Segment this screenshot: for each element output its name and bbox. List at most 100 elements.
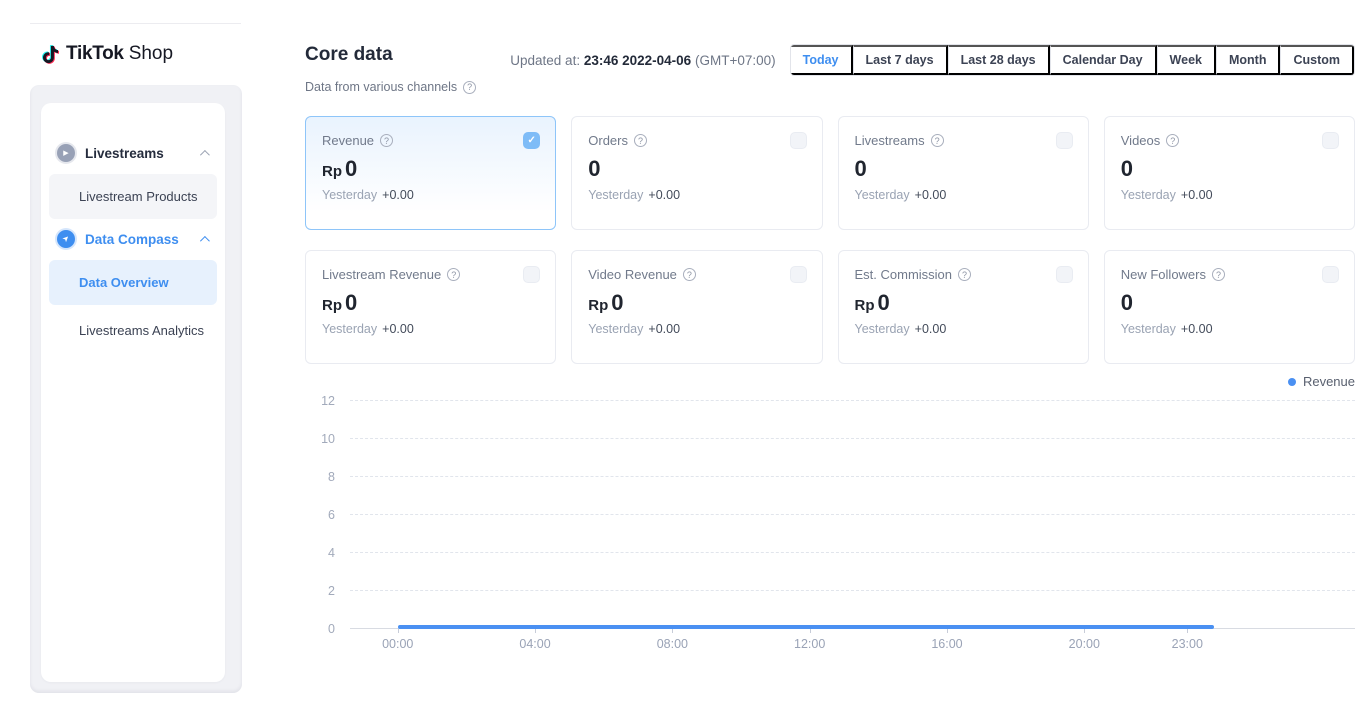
x-tick-mark [1084,629,1085,633]
metric-delta-row: Yesterday+0.00 [1121,322,1339,336]
metric-label: Orders [588,133,628,148]
currency-prefix: Rp [588,297,608,314]
x-tick-mark [1187,629,1188,633]
tiktok-note-icon [39,42,62,67]
y-tick-label: 4 [305,546,335,560]
x-tick-mark [672,629,673,633]
delta-value: +0.00 [1181,188,1213,202]
metric-checkbox-checked[interactable]: ✓ [523,132,540,149]
metric-help-icon[interactable]: ? [380,134,393,147]
header-right: Updated at: 23:46 2022-04-06 (GMT+07:00)… [510,44,1355,76]
y-tick-label: 12 [305,394,335,408]
metric-checkbox[interactable] [1056,266,1073,283]
sidebar-item-livestreams-analytics[interactable]: Livestreams Analytics [49,308,217,353]
chart-legend-revenue[interactable]: Revenue [305,374,1355,389]
metric-help-icon[interactable]: ? [931,134,944,147]
card-head: Orders? [588,132,806,149]
page-title: Core data [305,44,476,66]
card-head: New Followers? [1121,266,1339,283]
metric-delta-row: Yesterday+0.00 [588,188,806,202]
metric-help-icon[interactable]: ? [1212,268,1225,281]
sidebar-group-label: Data Compass [85,232,179,247]
sidebar-item-livestream-products[interactable]: Livestream Products [49,174,217,219]
x-tick-mark [947,629,948,633]
revenue-series-line [398,625,1214,629]
delta-label: Yesterday [855,322,910,336]
metric-checkbox[interactable] [1322,132,1339,149]
sidebar-nav: ▶LivestreamsLivestream Products ➤ Data Com… [41,103,225,682]
revenue-line-chart: 12108642000:0004:0008:0012:0016:0020:002… [305,400,1355,668]
metric-delta-row: Yesterday+0.00 [322,322,540,336]
metric-label: New Followers [1121,267,1206,282]
gridline-y10: 10 [350,438,1355,439]
metric-label: Livestreams [855,133,925,148]
currency-prefix: Rp [855,297,875,314]
delta-label: Yesterday [588,188,643,202]
range-tab-month[interactable]: Month [1216,45,1280,75]
metric-checkbox[interactable] [523,266,540,283]
metric-checkbox[interactable] [1056,132,1073,149]
y-tick-label: 0 [305,622,335,636]
updated-timezone: (GMT+07:00) [695,53,776,68]
metric-value-row: 0 [588,156,806,182]
sidebar-top-divider [30,23,241,24]
metric-checkbox[interactable] [790,266,807,283]
subtitle-help-icon[interactable]: ? [463,81,476,94]
metric-card-videos[interactable]: Videos?0Yesterday+0.00 [1104,116,1355,230]
metric-card-orders[interactable]: Orders? 0 Yesterday+0.00 [571,116,822,230]
metric-card-new-followers[interactable]: New Followers?0Yesterday+0.00 [1104,250,1355,364]
metric-help-icon[interactable]: ? [958,268,971,281]
card-head: Est. Commission? [855,266,1073,283]
metric-value: 0 [345,156,357,182]
x-tick-label: 16:00 [931,637,962,651]
x-tick-label: 12:00 [794,637,825,651]
tiktok-shop-logo[interactable]: TikTok Shop [39,40,173,68]
metric-help-icon[interactable]: ? [683,268,696,281]
metric-label: Livestream Revenue [322,267,441,282]
range-tab-today[interactable]: Today [791,45,853,75]
metric-help-icon[interactable]: ? [1166,134,1179,147]
metric-card-video-revenue[interactable]: Video Revenue?Rp0Yesterday+0.00 [571,250,822,364]
gridline-y6: 6 [350,514,1355,515]
x-tick-label: 00:00 [382,637,413,651]
currency-prefix: Rp [322,163,342,180]
metric-checkbox[interactable] [790,132,807,149]
gridline-y2: 2 [350,590,1355,591]
gridline-y4: 4 [350,552,1355,553]
metric-card-livestreams[interactable]: Livestreams?0Yesterday+0.00 [838,116,1089,230]
compass-icon: ➤ [57,230,75,248]
range-tab-calendar-day[interactable]: Calendar Day [1050,45,1157,75]
metric-value-row: 0 [855,156,1073,182]
delta-label: Yesterday [588,322,643,336]
metric-card-livestream-revenue[interactable]: Livestream Revenue? Rp0 Yesterday+0.00 [305,250,556,364]
currency-prefix: Rp [322,297,342,314]
sidebar-item-data-overview[interactable]: Data Overview [49,260,217,305]
metric-card-est-commission[interactable]: Est. Commission?Rp0Yesterday+0.00 [838,250,1089,364]
metric-delta-row: Yesterday+0.00 [855,322,1073,336]
x-tick-mark [398,629,399,633]
metric-help-icon[interactable]: ? [634,134,647,147]
metric-card-revenue[interactable]: Revenue?✓Rp0Yesterday+0.00 [305,116,556,230]
main-content: Core data Data from various channels ? U… [305,0,1355,716]
range-tab-custom[interactable]: Custom [1280,45,1354,75]
x-tick-label: 08:00 [657,637,688,651]
range-tab-week[interactable]: Week [1157,45,1216,75]
range-tab-last-28-days[interactable]: Last 28 days [948,45,1050,75]
metric-value: 0 [1121,156,1133,182]
metric-checkbox[interactable] [1322,266,1339,283]
updated-prefix: Updated at: [510,53,580,68]
card-head: Livestreams? [855,132,1073,149]
range-tab-last-7-days[interactable]: Last 7 days [853,45,948,75]
sidebar-group-data-compass[interactable]: ➤ Data Compass [49,221,217,257]
gridline-y12: 12 [350,400,1355,401]
metric-value-row: Rp0 [322,290,540,316]
legend-label: Revenue [1303,374,1355,389]
delta-value: +0.00 [1181,322,1213,336]
metric-value: 0 [855,156,867,182]
sidebar-group-livestreams[interactable]: ▶Livestreams [49,135,217,171]
metric-value: 0 [345,290,357,316]
metric-help-icon[interactable]: ? [447,268,460,281]
chart-plot-area[interactable]: 12108642000:0004:0008:0012:0016:0020:002… [350,400,1355,629]
delta-label: Yesterday [855,188,910,202]
sidebar: TikTok Shop ▶LivestreamsLivestream Produ… [0,0,242,716]
